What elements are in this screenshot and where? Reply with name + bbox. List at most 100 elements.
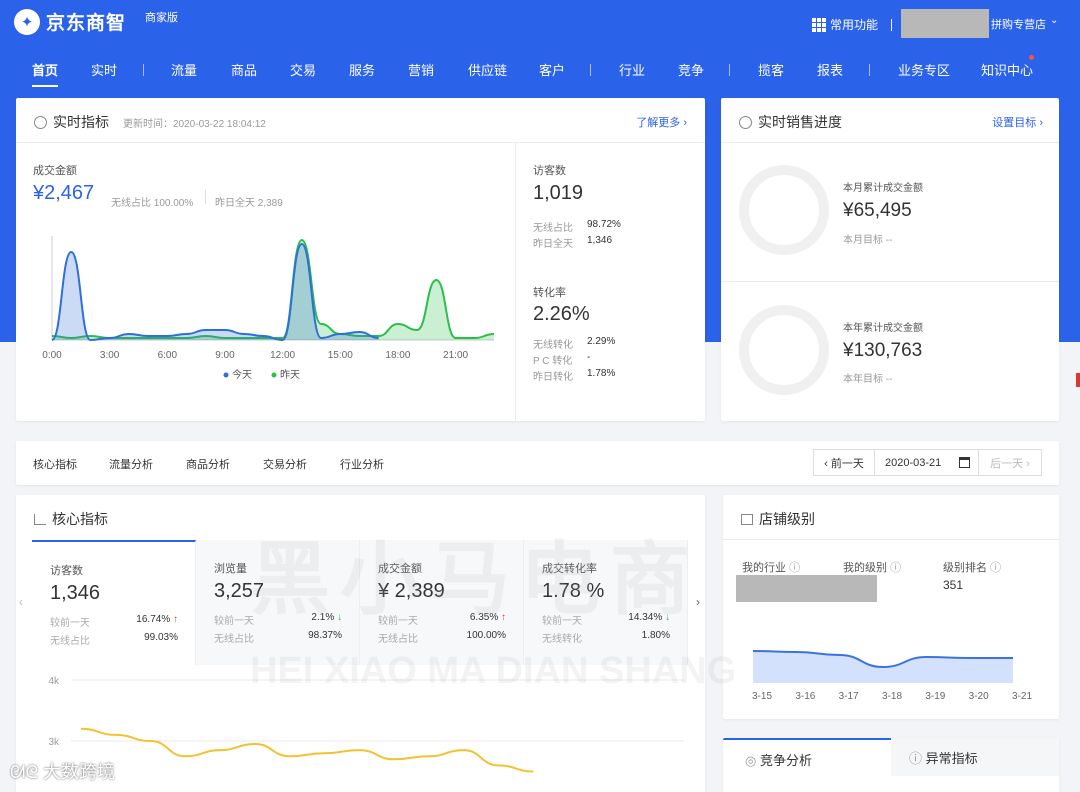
learn-more-link[interactable]: 了解更多 ›: [636, 114, 687, 130]
scroll-left-icon[interactable]: ‹: [19, 595, 23, 609]
year-value: ¥130,763: [843, 340, 923, 361]
nav-business-zone[interactable]: 业务专区: [898, 60, 950, 79]
legend-label[interactable]: 今天: [232, 368, 252, 381]
change-value: 16.74%: [136, 614, 171, 625]
divider: [16, 142, 705, 143]
metric-label: 成交金额: [378, 563, 422, 575]
nav-knowledge-center[interactable]: 知识中心: [981, 60, 1033, 79]
top-header: ✦ 京东商智 商家版 常用功能 拼购专营店 ⌄ 首页 实时 流量 商品 交易 服…: [0, 0, 1080, 90]
month-progress-ring: [739, 165, 829, 255]
y-tick-label: 3k: [48, 737, 60, 748]
tab-anomaly-metrics[interactable]: ⓘ 异常指标: [891, 738, 1059, 776]
chevron-down-icon[interactable]: ⌄: [1050, 15, 1058, 26]
cvr-wireless-label: 无线转化: [533, 340, 573, 351]
share-value: 99.03%: [144, 632, 178, 643]
nav-marketing[interactable]: 营销: [408, 60, 434, 79]
metric-pageviews[interactable]: 浏览量 3,257 较前一天 2.1% ↓ 无线占比 98.37%: [196, 540, 360, 665]
nav-service[interactable]: 服务: [349, 60, 375, 79]
date-input[interactable]: 2020-03-21: [875, 450, 979, 475]
metric-strip: 访客数 1,346 较前一天 16.74% ↑ 无线占比 99.03% 浏览量 3,…: [32, 540, 688, 665]
change-value: 6.35%: [469, 612, 499, 623]
share-label: 无线占比: [214, 634, 254, 645]
shop-name[interactable]: 拼购专营店: [901, 9, 1051, 38]
x-tick-label: 6:00: [158, 350, 178, 361]
metric-visitors[interactable]: 访客数 1,346 较前一天 16.74% ↑ 无线占比 99.03%: [32, 540, 196, 665]
x-tick-label: 3-20: [969, 691, 989, 702]
metric-row-share: 无线占比 99.03%: [50, 632, 178, 647]
nav-reports[interactable]: 报表: [817, 60, 843, 79]
divider: [721, 281, 1059, 282]
clock-icon: [34, 115, 47, 129]
sales-progress-title-text: 实时销售进度: [758, 114, 842, 130]
help-icon[interactable]: ⓘ: [890, 562, 901, 574]
core-metrics-title: 核心指标: [34, 509, 108, 529]
x-tick-label: 0:00: [42, 350, 62, 361]
tab-industry-analysis[interactable]: 行业分析: [340, 456, 384, 472]
next-day-button[interactable]: 后一天 ›: [979, 450, 1041, 475]
tab-trade-analysis[interactable]: 交易分析: [263, 456, 307, 472]
realtime-trend-chart: 0:00 3:00 6:00 9:00 12:00 15:00 18:00 21:00 今天 昨天: [42, 236, 495, 381]
metric-conversion[interactable]: 成交转化率 1.78 % 较前一天 14.34% ↓ 无线转化 1.80%: [524, 540, 688, 665]
metric-label: 成交转化率: [542, 563, 597, 575]
month-value: ¥65,495: [843, 200, 912, 221]
realtime-metrics-card: 实时指标 更新时间：2020-03-22 18:04:12 了解更多 › 成交金…: [16, 98, 705, 421]
nav-industry[interactable]: 行业: [619, 60, 645, 79]
help-icon[interactable]: ⓘ: [789, 562, 800, 574]
scroll-right-icon[interactable]: ›: [696, 595, 700, 609]
nav-acquire[interactable]: 揽客: [758, 60, 784, 79]
gmv-value: ¥2,467: [33, 182, 95, 204]
metric-row-change: 较前一天 16.74% ↑: [50, 614, 178, 629]
legend-label[interactable]: 昨天: [280, 369, 300, 381]
set-target-link[interactable]: 设置目标 ›: [992, 114, 1043, 130]
help-icon[interactable]: ⓘ: [990, 562, 1001, 574]
metric-value: 3,257: [214, 580, 265, 602]
tab-product-analysis[interactable]: 商品分析: [186, 456, 230, 472]
arrow-up-icon: ↑: [173, 614, 178, 625]
divider: [723, 539, 1059, 540]
divider: [205, 190, 206, 204]
x-tick-label: 12:00: [270, 350, 295, 361]
tab-competition-analysis[interactable]: ◎ 竞争分析: [723, 738, 891, 776]
x-tick-label: 3-19: [925, 691, 945, 702]
visitors-yesterday-value: 1,346: [587, 235, 613, 246]
change-label: 较前一天: [50, 618, 90, 629]
nav-customers[interactable]: 客户: [539, 60, 565, 79]
brand-logo[interactable]: ✦ 京东商智: [14, 8, 126, 35]
nav-realtime[interactable]: 实时: [91, 60, 117, 79]
grid-icon: [812, 17, 826, 32]
cvr-wireless-value: 2.29%: [587, 336, 616, 347]
nav-competition[interactable]: 竞争: [678, 60, 704, 79]
gmv-wireless-share: 无线占比 100.00%: [111, 198, 194, 209]
metric-gmv[interactable]: 成交金额 ¥ 2,389 较前一天 6.35% ↑ 无线占比 100.00%: [360, 540, 524, 665]
common-functions-button[interactable]: 常用功能: [812, 16, 878, 33]
side-float-tab[interactable]: [1076, 373, 1080, 387]
tab-core-metrics[interactable]: 核心指标: [33, 456, 77, 472]
gmv-yesterday: 昨日全天 2,389: [215, 198, 283, 209]
core-metrics-card: 核心指标 ‹ › 访客数 1,346 较前一天 16.74% ↑ 无线占比 99.0…: [16, 495, 705, 792]
bar-chart-icon: [34, 513, 46, 525]
trend-line: [80, 727, 534, 773]
arrow-down-icon: ↓: [337, 612, 342, 623]
redacted-industry: [736, 575, 877, 602]
x-tick-label: 3-16: [795, 691, 815, 702]
change-value: 2.1%: [311, 612, 335, 623]
nav-home[interactable]: 首页: [32, 60, 59, 87]
prev-day-button[interactable]: ‹ 前一天: [814, 450, 875, 475]
nav-divider: [590, 64, 591, 76]
gmv-label: 成交金额: [33, 165, 77, 177]
nav-products[interactable]: 商品: [231, 60, 257, 79]
tab-anomaly-label: ⓘ 异常指标: [909, 748, 978, 767]
nav-trade[interactable]: 交易: [290, 60, 316, 79]
nav-traffic[interactable]: 流量: [171, 60, 197, 79]
rank-label-text: 级别排名: [943, 562, 987, 574]
jd-logo-icon: ✦: [14, 8, 40, 35]
nav-supply-chain[interactable]: 供应链: [468, 60, 507, 79]
bottom-tabs-card: ◎ 竞争分析 ⓘ 异常指标: [723, 738, 1059, 792]
set-target-text: 设置目标: [992, 117, 1037, 129]
tab-traffic-analysis[interactable]: 流量分析: [109, 456, 153, 472]
arrow-up-icon: ↑: [501, 612, 506, 623]
main-nav: 首页 实时 流量 商品 交易 服务 营销 供应链 客户 行业 竞争 揽客 报表 …: [0, 56, 1080, 87]
x-tick-label: 3:00: [100, 350, 120, 361]
analysis-tabs-bar: 核心指标 流量分析 商品分析 交易分析 行业分析 ‹ 前一天 2020-03-2…: [16, 441, 1059, 485]
metric-row-change: 较前一天 6.35% ↑: [378, 612, 506, 627]
